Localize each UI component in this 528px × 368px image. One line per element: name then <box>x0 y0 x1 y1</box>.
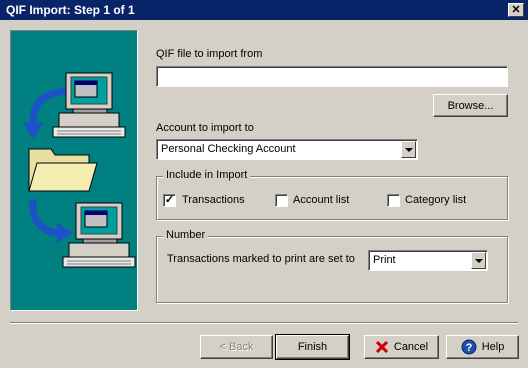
print-setting-label: Transactions marked to print are set to <box>167 253 355 265</box>
account-label: Account to import to <box>156 122 254 134</box>
title-bar: QIF Import: Step 1 of 1 ✕ <box>0 0 528 20</box>
print-setting-select[interactable]: Print <box>368 250 488 271</box>
computer-icon-top <box>52 72 126 138</box>
computer-icon-bottom <box>62 202 136 268</box>
footer-separator <box>10 322 518 324</box>
print-setting-value: Print <box>373 254 396 266</box>
account-list-label: Account list <box>293 194 350 206</box>
account-list-checkbox[interactable] <box>275 194 288 207</box>
back-label: < Back <box>219 341 254 353</box>
svg-text:?: ? <box>465 342 472 354</box>
window-title: QIF Import: Step 1 of 1 <box>6 3 135 17</box>
qif-file-input[interactable] <box>156 66 508 87</box>
number-group-title: Number <box>163 229 209 241</box>
cancel-label: Cancel <box>393 341 429 353</box>
finish-label: Finish <box>297 341 328 353</box>
transactions-checkbox[interactable]: ✓ <box>163 194 176 207</box>
category-list-label: Category list <box>405 194 467 206</box>
cancel-x-icon <box>375 340 388 354</box>
chevron-down-icon <box>474 258 483 263</box>
back-button[interactable]: < Back <box>200 335 273 359</box>
print-dropdown-button[interactable] <box>471 252 486 269</box>
chevron-down-icon <box>404 147 413 152</box>
folder-icon <box>28 148 98 192</box>
help-button[interactable]: ? Help <box>446 335 519 359</box>
browse-button[interactable]: Browse... <box>433 94 508 117</box>
help-question-icon: ? <box>461 339 477 355</box>
help-label: Help <box>481 341 505 353</box>
transactions-label: Transactions <box>182 194 245 206</box>
account-select[interactable]: Personal Checking Account <box>156 139 418 160</box>
account-dropdown-button[interactable] <box>401 141 416 158</box>
finish-button[interactable]: Finish <box>275 334 350 360</box>
category-list-checkbox[interactable] <box>387 194 400 207</box>
close-button[interactable]: ✕ <box>508 3 524 17</box>
close-icon: ✕ <box>511 4 521 16</box>
include-group-title: Include in Import <box>163 169 251 181</box>
account-select-value: Personal Checking Account <box>161 143 296 155</box>
qif-import-dialog: QIF Import: Step 1 of 1 ✕ QIF file to im… <box>0 0 528 368</box>
cancel-button[interactable]: Cancel <box>364 335 439 359</box>
wizard-illustration <box>10 30 138 311</box>
checkmark-icon: ✓ <box>164 194 175 206</box>
file-label: QIF file to import from <box>156 48 263 60</box>
browse-label: Browse... <box>447 99 494 112</box>
computer-transfer-illustration <box>23 72 136 268</box>
